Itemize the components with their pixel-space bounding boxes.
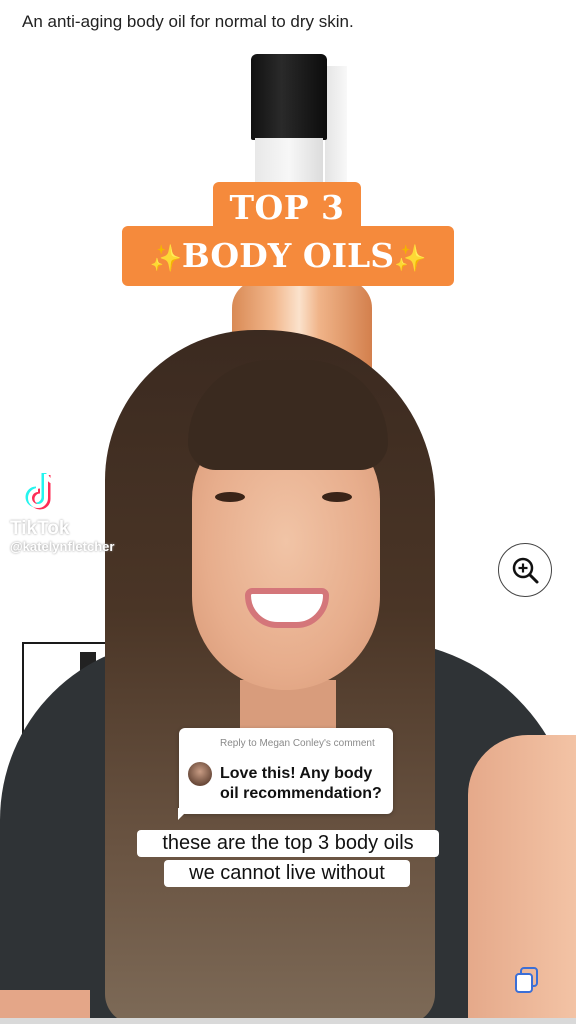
title-line-2: ✨BODY OILS✨ (122, 236, 454, 275)
tiktok-handle: @katelynfletcher (10, 539, 115, 554)
tiktok-brand: TikTok (10, 518, 70, 539)
bottle-cap (251, 54, 327, 140)
copy-icon[interactable] (514, 966, 540, 994)
title-line-2-text: BODY OILS (181, 236, 395, 275)
reply-comment-text: Love this! Any body oil recommendation? (220, 765, 382, 802)
video-frame: An anti-aging body oil for normal to dry… (0, 0, 576, 1024)
person-eye-right (322, 492, 352, 502)
reply-label: Reply to Megan Conley's comment (220, 738, 375, 749)
avatar (188, 762, 212, 786)
product-description: An anti-aging body oil for normal to dry… (22, 12, 354, 31)
tiktok-logo-icon (25, 473, 59, 510)
zoom-button[interactable] (498, 543, 552, 597)
bottle-neck (255, 138, 323, 186)
caption-line-2: we cannot live without (164, 860, 410, 887)
title-line-1: TOP 3 (229, 188, 345, 227)
zoom-in-icon (512, 557, 539, 584)
person-eye-left (215, 492, 245, 502)
caption-line-1: these are the top 3 body oils (137, 830, 439, 857)
sparkle-right-icon: ✨ (394, 244, 427, 274)
bottom-bar (0, 1018, 576, 1024)
sparkle-left-icon: ✨ (149, 244, 182, 274)
reply-card-tail (178, 808, 190, 820)
